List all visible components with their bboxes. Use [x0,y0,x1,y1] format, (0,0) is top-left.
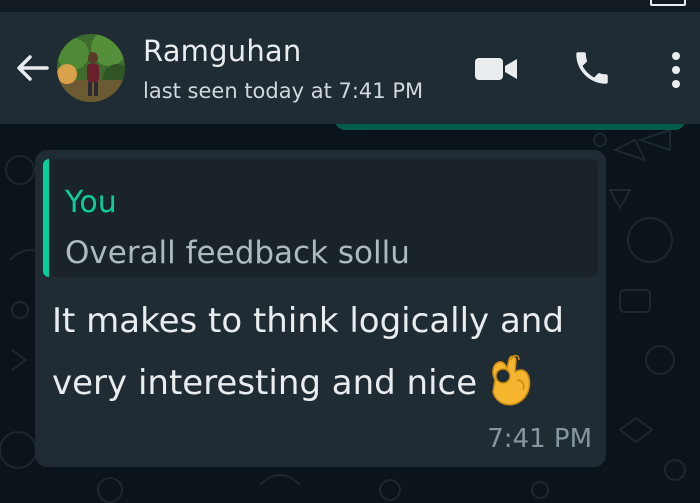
battery-icon [650,0,686,6]
back-arrow-icon[interactable] [14,52,50,84]
quoted-author: You [65,185,117,220]
message-timestamp: 7:41 PM [487,424,592,454]
quoted-text: Overall feedback sollu [65,235,410,271]
avatar[interactable] [57,34,125,102]
message-text: It makes to think logically and very int… [52,290,592,414]
more-options-icon[interactable] [666,48,686,92]
incoming-message-bubble[interactable]: You Overall feedback sollu It makes to t… [35,150,606,467]
voice-call-icon[interactable] [571,46,613,90]
status-bar: ···· ···· ··· [0,0,700,12]
message-line-1: It makes to think logically and [52,301,564,341]
contact-name[interactable]: Ramguhan [143,34,301,68]
quoted-message[interactable]: You Overall feedback sollu [43,159,598,277]
last-seen-status[interactable]: last seen today at 7:41 PM [143,79,423,103]
message-line-2: very interesting and nice [52,363,478,403]
chat-header: Ramguhan last seen today at 7:41 PM [0,12,700,124]
message-line-2-wrap: very interesting and nice [52,352,592,414]
video-call-icon[interactable] [472,52,520,86]
ok-hand-emoji-icon [483,350,535,408]
status-bar-time: ···· ···· ··· [28,0,86,7]
quote-accent-bar [43,159,49,277]
